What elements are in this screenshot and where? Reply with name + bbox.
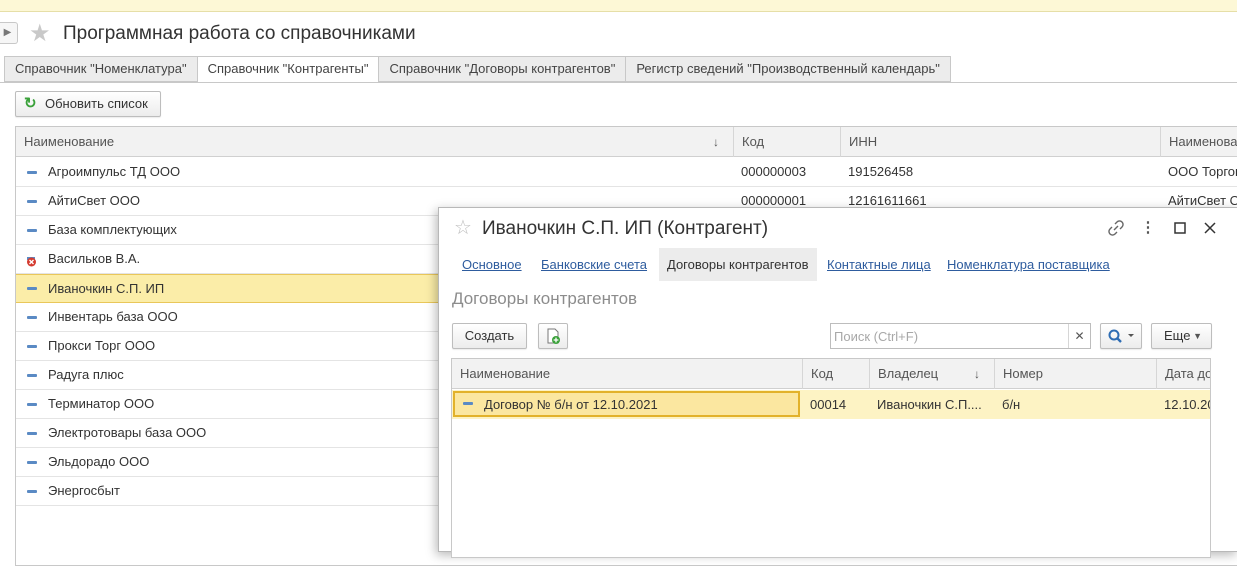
tab-nomenclature[interactable]: Справочник "Номенклатура" <box>4 56 198 82</box>
tab-calendar-register[interactable]: Регистр сведений "Производственный кален… <box>625 56 951 82</box>
item-icon <box>27 374 37 377</box>
link-bank-accounts[interactable]: Банковские счета <box>541 248 647 281</box>
favorite-star-icon[interactable]: ☆ <box>454 216 472 240</box>
row-owner: Иваночкин С.П.... <box>877 397 982 412</box>
more-button[interactable]: Еще ▼ <box>1151 323 1212 349</box>
item-icon <box>27 171 37 174</box>
row-name: База комплектующих <box>48 222 177 237</box>
row-name: Договор № б/н от 12.10.2021 <box>484 397 658 412</box>
column-header-number[interactable]: Номер <box>994 359 1156 389</box>
contracts-table: Наименование Код Владелец ↓ Номер Дата д… <box>451 358 1211 558</box>
row-name: Агроимпульс ТД ООО <box>48 164 181 179</box>
search-input[interactable] <box>831 324 1067 348</box>
column-header-date[interactable]: Дата до <box>1156 359 1210 389</box>
info-strip <box>0 0 1237 12</box>
table-header: Наименование Код Владелец ↓ Номер Дата д… <box>452 359 1210 389</box>
column-header-code[interactable]: Код <box>802 359 869 389</box>
row-name: Терминатор ООО <box>48 396 155 411</box>
row-name: Электротовары база ООО <box>48 425 207 440</box>
row-name: Энергосбыт <box>48 483 120 498</box>
column-header-inn[interactable]: ИНН <box>840 127 1160 157</box>
row-name: Иваночкин С.П. ИП <box>48 281 165 296</box>
item-icon <box>27 229 37 232</box>
sort-desc-icon: ↓ <box>713 135 719 149</box>
add-copy-button[interactable] <box>538 323 568 349</box>
row-code: 000000003 <box>741 164 807 179</box>
column-header-name[interactable]: Наименование ↓ <box>16 127 733 157</box>
add-copy-icon <box>547 328 560 344</box>
column-header-code[interactable]: Код <box>733 127 840 157</box>
table-row[interactable]: Агроимпульс ТД ООО 000000003 191526458 О… <box>16 158 1237 187</box>
row-name: Прокси Торг ООО <box>48 338 156 353</box>
maximize-icon[interactable] <box>1170 218 1190 238</box>
column-header-fullname[interactable]: Наименова <box>1160 127 1237 157</box>
row-name: Инвентарь база ООО <box>48 309 178 324</box>
item-icon <box>27 200 37 203</box>
item-icon <box>27 432 37 435</box>
link-icon[interactable] <box>1106 218 1126 238</box>
search-field: ✕ <box>830 323 1091 349</box>
favorite-star-icon[interactable]: ★ <box>29 20 51 48</box>
item-icon <box>27 490 37 493</box>
search-icon <box>1108 329 1134 343</box>
item-icon <box>27 461 37 464</box>
link-main[interactable]: Основное <box>462 248 522 281</box>
section-title: Договоры контрагентов <box>452 289 638 308</box>
link-contracts[interactable]: Договоры контрагентов <box>659 248 817 281</box>
item-icon <box>27 287 37 290</box>
item-icon <box>27 403 37 406</box>
row-name: Радуга плюс <box>48 367 124 382</box>
column-header-name[interactable]: Наименование <box>452 359 802 389</box>
row-inn: 191526458 <box>848 164 914 179</box>
link-contact-persons[interactable]: Контактные лица <box>827 248 931 281</box>
counterparty-dialog: ☆ Иваночкин С.П. ИП (Контрагент) ⋮ Основ… <box>438 207 1237 558</box>
more-label: Еще <box>1164 328 1191 343</box>
tab-contracts[interactable]: Справочник "Договоры контрагентов" <box>378 56 627 82</box>
row-name: Васильков В.А. <box>48 251 141 266</box>
sort-desc-icon: ↓ <box>974 367 980 381</box>
close-icon[interactable] <box>1200 218 1220 238</box>
row-code: 00014 <box>810 397 847 412</box>
create-button[interactable]: Создать <box>452 323 527 349</box>
tab-divider <box>0 82 1237 83</box>
clear-search-icon[interactable]: ✕ <box>1068 324 1090 348</box>
row-number: б/н <box>1002 397 1021 412</box>
refresh-list-button[interactable]: ↻ Обновить список <box>15 91 161 117</box>
page-title: Программная работа со справочниками <box>63 23 416 44</box>
refresh-icon: ↻ <box>24 95 37 112</box>
dropdown-arrow-icon: ▼ <box>1193 331 1202 341</box>
item-icon <box>463 402 473 405</box>
item-icon <box>27 345 37 348</box>
refresh-list-label: Обновить список <box>45 96 148 111</box>
nav-arrow-icon[interactable]: ▶ <box>0 22 18 44</box>
row-date: 12.10.20 <box>1164 397 1211 412</box>
row-name: Эльдорадо ООО <box>48 454 150 469</box>
row-fullname: ООО Торгов <box>1168 164 1237 179</box>
link-supplier-nomenclature[interactable]: Номенклатура поставщика <box>947 248 1110 281</box>
tab-bar: Справочник "Номенклатура" Справочник "Ко… <box>4 56 951 83</box>
search-button[interactable] <box>1100 323 1142 349</box>
table-row-selected[interactable]: Договор № б/н от 12.10.2021 00014 Иваноч… <box>452 390 1210 419</box>
table-header: Наименование ↓ Код ИНН Наименова <box>16 127 1237 157</box>
item-icon <box>27 316 37 319</box>
column-header-owner[interactable]: Владелец ↓ <box>869 359 994 389</box>
dialog-title: Иваночкин С.П. ИП (Контрагент) <box>482 218 769 239</box>
tab-counterparties[interactable]: Справочник "Контрагенты" <box>196 56 380 83</box>
marked-for-deletion-icon <box>27 257 36 267</box>
more-actions-icon[interactable]: ⋮ <box>1138 218 1158 238</box>
